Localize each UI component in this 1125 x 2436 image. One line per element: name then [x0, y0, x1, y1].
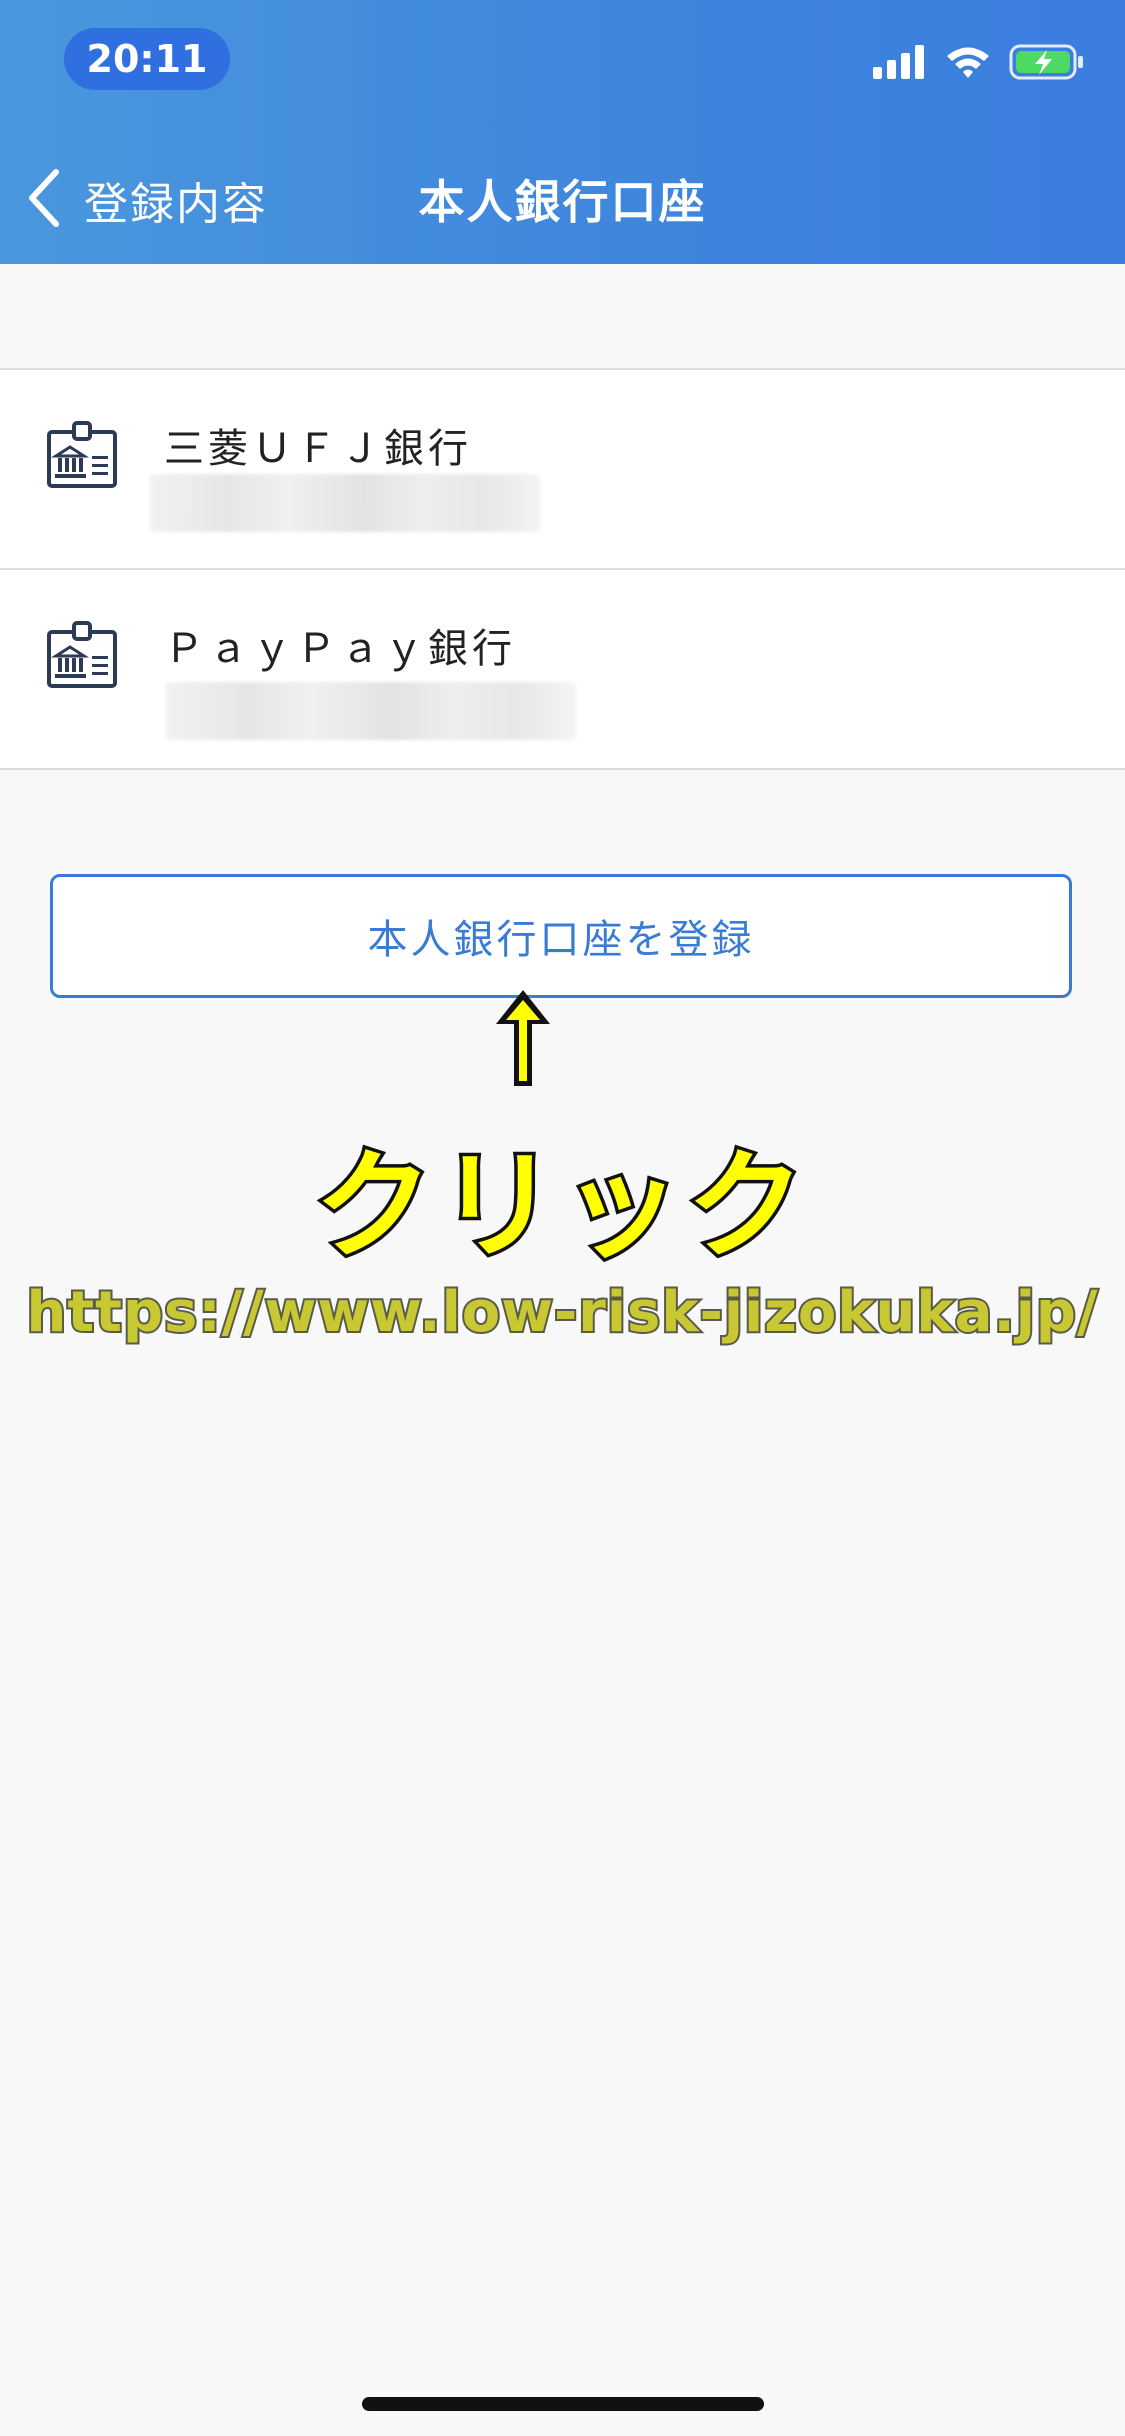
status-icons	[873, 44, 1085, 84]
redacted-account-info	[166, 682, 576, 740]
arrow-up-icon	[490, 984, 556, 1096]
register-bank-account-button[interactable]: 本人銀行口座を登録	[50, 874, 1072, 998]
wifi-icon	[945, 45, 991, 83]
bank-name: 三菱ＵＦＪ銀行	[164, 426, 472, 472]
list-item-bank-account[interactable]: ＰａｙＰａｙ銀行	[0, 570, 1125, 770]
battery-charging-icon	[1009, 44, 1085, 84]
page-title: 本人銀行口座	[418, 175, 707, 229]
annotation-click-label: クリック	[311, 1134, 811, 1279]
home-indicator[interactable]	[362, 2397, 764, 2411]
redacted-account-info	[150, 474, 540, 532]
bank-card-icon	[46, 620, 118, 696]
watermark-url: https://www.low-risk-jizokuka.jp/	[25, 1278, 1100, 1347]
list-item-bank-account[interactable]: 三菱ＵＦＪ銀行	[0, 370, 1125, 570]
bank-card-icon	[46, 420, 118, 496]
nav-header: 20:11 登録内容 本人銀行口座	[0, 0, 1125, 264]
bank-name: ＰａｙＰａｙ銀行	[164, 626, 516, 672]
status-time: 20:11	[64, 28, 230, 90]
cellular-signal-icon	[873, 45, 927, 83]
bank-account-list: 三菱ＵＦＪ銀行 ＰａｙＰａｙ銀行	[0, 368, 1125, 770]
